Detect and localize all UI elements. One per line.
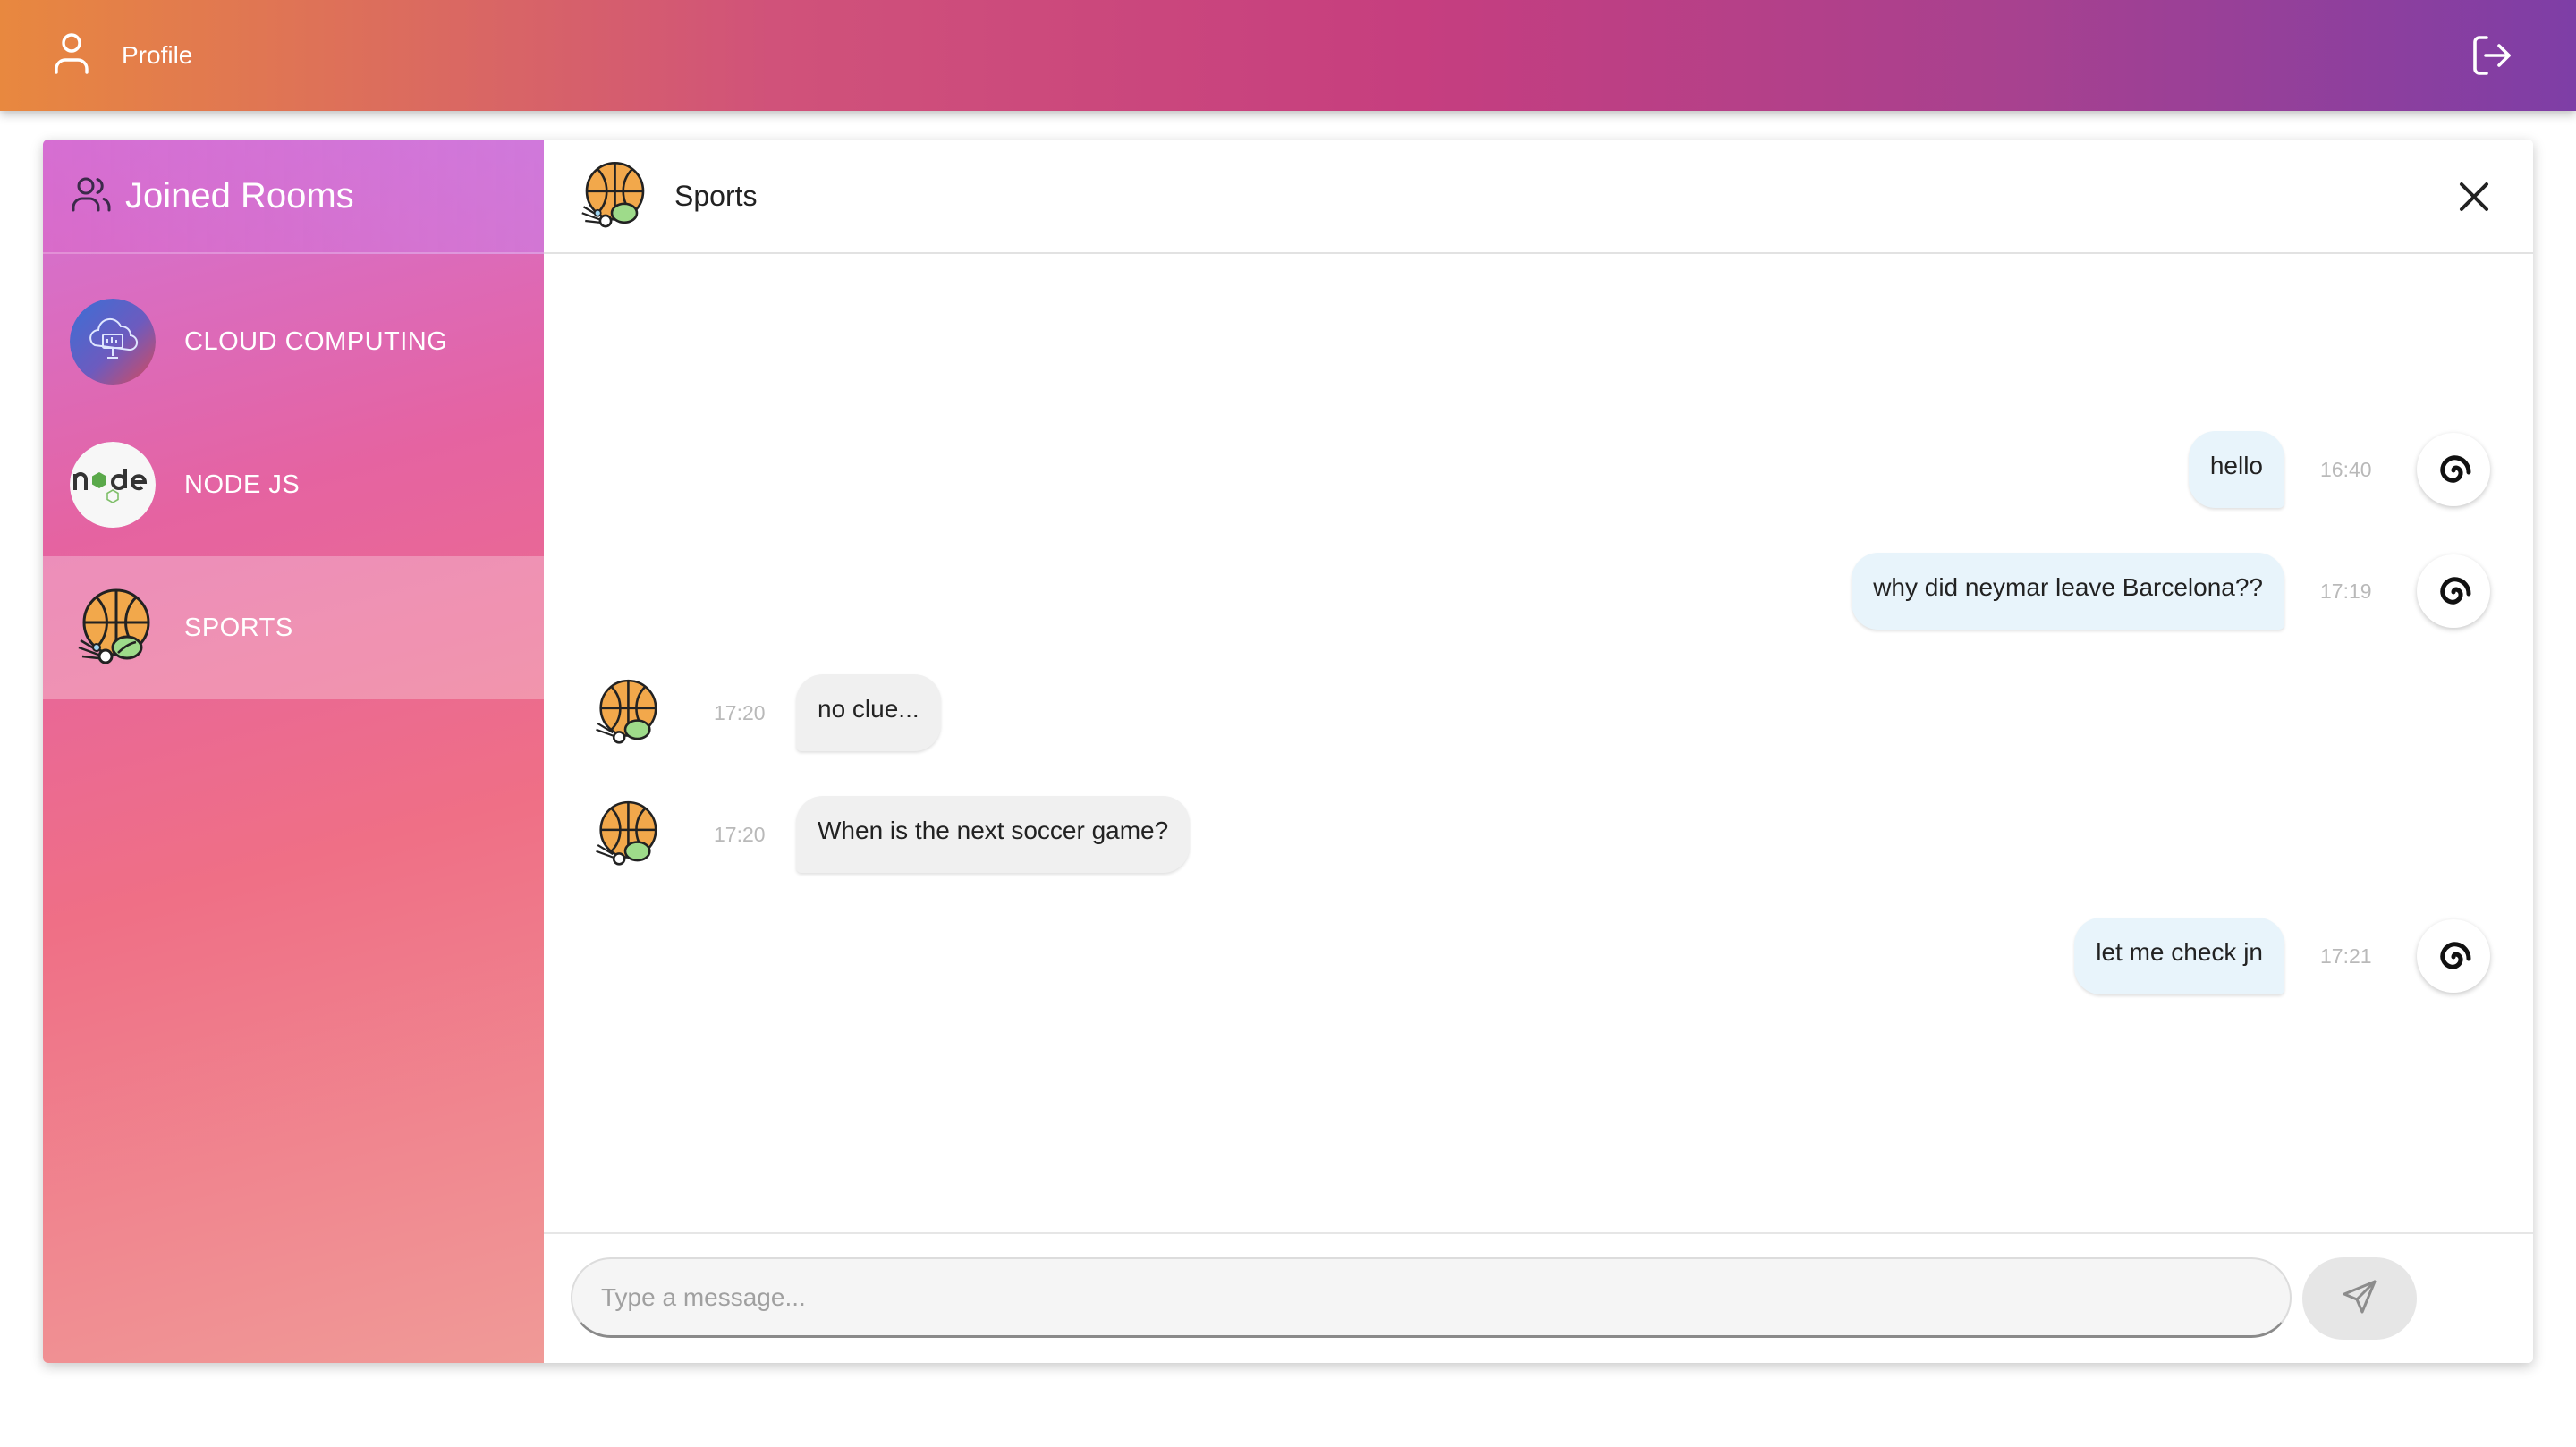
message-bubble: When is the next soccer game? bbox=[796, 796, 1191, 873]
send-icon bbox=[2341, 1278, 2378, 1320]
sidebar-title: Joined Rooms bbox=[125, 175, 354, 216]
room-item-sports[interactable]: SPORTS bbox=[43, 556, 544, 699]
message-bubble: let me check jn bbox=[2074, 918, 2284, 994]
message-input[interactable] bbox=[571, 1257, 2292, 1338]
message-time: 17:21 bbox=[2320, 944, 2372, 968]
message-row: let me check jn 17:21 bbox=[2074, 918, 2490, 994]
self-avatar-spiral-icon bbox=[2417, 433, 2490, 506]
users-icon bbox=[70, 173, 113, 220]
chat-panel: Sports hello 16:40 why did neymar leave … bbox=[544, 140, 2533, 1363]
profile-label: Profile bbox=[122, 41, 193, 69]
chat-header: Sports bbox=[544, 140, 2533, 254]
message-time: 17:20 bbox=[714, 822, 766, 846]
room-item-node-js[interactable]: NODE JS bbox=[43, 413, 544, 556]
top-app-bar: Profile bbox=[0, 0, 2576, 111]
room-label: CLOUD COMPUTING bbox=[184, 326, 448, 356]
sports-ball-icon bbox=[70, 585, 156, 671]
message-row: 17:20 no clue... bbox=[589, 674, 941, 751]
close-icon bbox=[2454, 182, 2494, 220]
user-icon bbox=[52, 32, 91, 80]
profile-button[interactable]: Profile bbox=[52, 32, 192, 79]
logout-button[interactable] bbox=[2469, 32, 2515, 79]
message-bubble: no clue... bbox=[796, 674, 941, 751]
message-composer bbox=[544, 1232, 2533, 1363]
close-chat-button[interactable] bbox=[2454, 177, 2494, 216]
sidebar-header: Joined Rooms bbox=[43, 140, 544, 254]
message-row: why did neymar leave Barcelona?? 17:19 bbox=[1852, 553, 2490, 630]
message-time: 17:19 bbox=[2320, 579, 2372, 603]
chat-title: Sports bbox=[674, 179, 758, 212]
message-row: 17:20 When is the next soccer game? bbox=[589, 796, 1191, 873]
chat-card: Joined Rooms CLOUD COMPUTING NODE JS SPO… bbox=[43, 140, 2533, 1363]
nodejs-logo-icon bbox=[70, 442, 156, 528]
self-avatar-spiral-icon bbox=[2417, 554, 2490, 628]
logout-icon bbox=[2469, 36, 2515, 82]
cloud-computing-icon bbox=[70, 299, 156, 385]
message-bubble: why did neymar leave Barcelona?? bbox=[1852, 553, 2284, 630]
message-list: hello 16:40 why did neymar leave Barcelo… bbox=[544, 256, 2533, 1363]
send-button[interactable] bbox=[2302, 1257, 2417, 1340]
room-list: CLOUD COMPUTING NODE JS SPORTS bbox=[43, 254, 544, 699]
rooms-sidebar: Joined Rooms CLOUD COMPUTING NODE JS SPO… bbox=[43, 140, 544, 1363]
message-time: 17:20 bbox=[714, 700, 766, 724]
message-bubble: hello bbox=[2188, 431, 2284, 508]
self-avatar-spiral-icon bbox=[2417, 919, 2490, 993]
sports-ball-icon bbox=[574, 158, 649, 233]
room-label: SPORTS bbox=[184, 613, 293, 642]
message-time: 16:40 bbox=[2320, 457, 2372, 481]
sender-avatar-sports-icon bbox=[589, 798, 662, 871]
room-label: NODE JS bbox=[184, 470, 301, 499]
room-item-cloud-computing[interactable]: CLOUD COMPUTING bbox=[43, 270, 544, 413]
sender-avatar-sports-icon bbox=[589, 676, 662, 749]
message-row: hello 16:40 bbox=[2188, 431, 2490, 508]
